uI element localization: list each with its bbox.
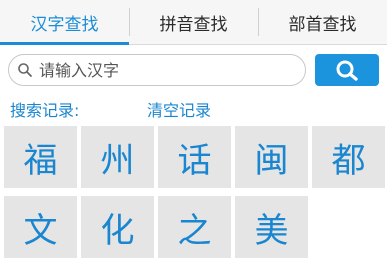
tab-pinyin-search[interactable]: 拼音查找: [129, 0, 258, 44]
history-char[interactable]: 话: [158, 126, 231, 188]
history-char[interactable]: 都: [312, 126, 385, 188]
search-input[interactable]: [39, 60, 289, 80]
tab-bar: 汉字查找 拼音查找 部首查找: [0, 0, 387, 45]
history-char[interactable]: 闽: [235, 126, 308, 188]
history-char[interactable]: 文: [4, 196, 77, 258]
tab-radical-search[interactable]: 部首查找: [258, 0, 387, 44]
search-button[interactable]: [315, 54, 379, 86]
search-icon: [336, 60, 358, 81]
clear-history-link[interactable]: 清空记录: [147, 97, 211, 121]
search-input-icon: [18, 63, 32, 77]
search-history-label: 搜索记录:: [10, 101, 80, 120]
history-char[interactable]: 州: [81, 126, 154, 188]
search-box[interactable]: [8, 54, 306, 86]
history-char[interactable]: 化: [81, 196, 154, 258]
history-char[interactable]: 美: [235, 196, 308, 258]
history-char[interactable]: 之: [158, 196, 231, 258]
history-char[interactable]: 福: [4, 126, 77, 188]
tab-hanzi-search[interactable]: 汉字查找: [0, 0, 129, 45]
